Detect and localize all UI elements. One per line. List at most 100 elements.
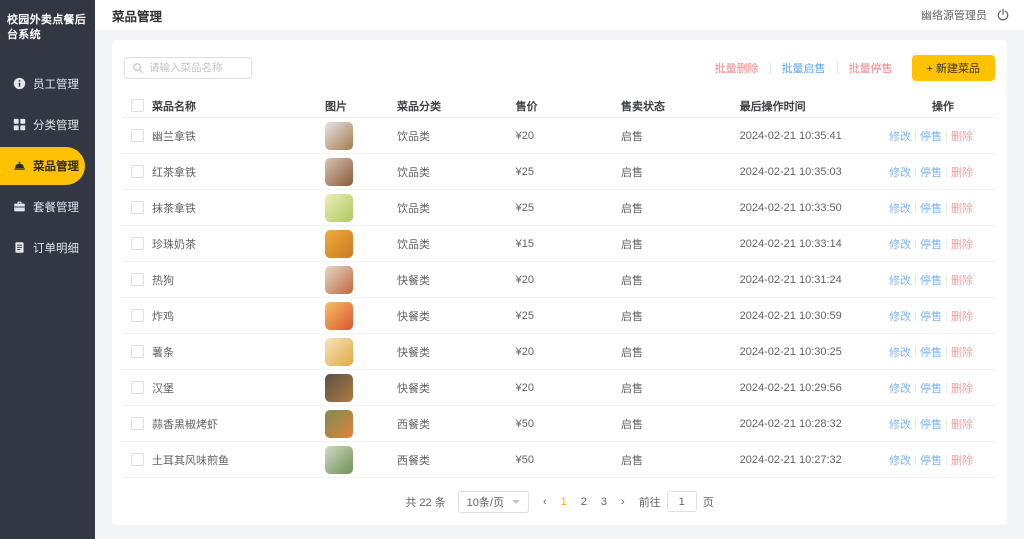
delete-link[interactable]: 删除 bbox=[951, 200, 973, 216]
table-row: 幽兰拿铁 饮品类 ¥20 启售 2024-02-21 10:35:41 修改 停… bbox=[122, 118, 997, 154]
dish-price: ¥20 bbox=[516, 382, 621, 394]
dish-time: 2024-02-21 10:30:25 bbox=[740, 346, 889, 358]
prev-page-button[interactable]: ‹ bbox=[541, 496, 549, 508]
row-checkbox[interactable] bbox=[131, 237, 144, 250]
divider bbox=[946, 347, 947, 357]
table-body: 幽兰拿铁 饮品类 ¥20 启售 2024-02-21 10:35:41 修改 停… bbox=[122, 118, 997, 478]
edit-link[interactable]: 修改 bbox=[889, 416, 911, 432]
delete-link[interactable]: 删除 bbox=[951, 236, 973, 252]
batch-disable-button[interactable]: 批量停售 bbox=[849, 60, 893, 76]
row-checkbox[interactable] bbox=[131, 201, 144, 214]
delete-link[interactable]: 删除 bbox=[951, 452, 973, 468]
sidebar-item-combos[interactable]: 套餐管理 bbox=[0, 188, 95, 226]
edit-link[interactable]: 修改 bbox=[889, 236, 911, 252]
select-all-checkbox[interactable] bbox=[131, 99, 144, 112]
divider bbox=[915, 311, 916, 321]
search-input[interactable] bbox=[149, 62, 244, 74]
batch-enable-button[interactable]: 批量启售 bbox=[782, 60, 826, 76]
user-name: 幽络源管理员 bbox=[921, 7, 987, 23]
content-area: 批量删除 批量启售 批量停售 + 新建菜品 菜品名称 图片 菜品分类 bbox=[95, 30, 1024, 539]
next-page-button[interactable]: › bbox=[619, 496, 627, 508]
stop-link[interactable]: 停售 bbox=[920, 344, 942, 360]
sidebar-nav: 员工管理 分类管理 菜品管理 套餐管理 bbox=[0, 62, 95, 270]
sidebar-item-dishes[interactable]: 菜品管理 bbox=[0, 147, 85, 185]
row-checkbox[interactable] bbox=[131, 453, 144, 466]
row-checkbox[interactable] bbox=[131, 417, 144, 430]
page-number-1[interactable]: 1 bbox=[561, 496, 567, 508]
edit-link[interactable]: 修改 bbox=[889, 164, 911, 180]
column-header-name: 菜品名称 bbox=[152, 98, 325, 114]
total-count: 共 22 条 bbox=[405, 494, 445, 510]
dish-category: 饮品类 bbox=[397, 164, 516, 180]
page-size-select[interactable]: 10条/页 bbox=[458, 491, 529, 513]
edit-link[interactable]: 修改 bbox=[889, 200, 911, 216]
stop-link[interactable]: 停售 bbox=[920, 164, 942, 180]
divider bbox=[770, 62, 771, 74]
user-area: 幽络源管理员 bbox=[921, 7, 1010, 23]
goto-page-input[interactable] bbox=[667, 491, 697, 512]
dish-name: 抹茶拿铁 bbox=[152, 200, 325, 216]
logout-power-icon[interactable] bbox=[996, 8, 1010, 22]
divider bbox=[946, 419, 947, 429]
page-number-3[interactable]: 3 bbox=[601, 496, 607, 508]
dish-price: ¥15 bbox=[516, 238, 621, 250]
divider bbox=[915, 347, 916, 357]
divider bbox=[915, 131, 916, 141]
delete-link[interactable]: 删除 bbox=[951, 380, 973, 396]
stop-link[interactable]: 停售 bbox=[920, 200, 942, 216]
stop-link[interactable]: 停售 bbox=[920, 308, 942, 324]
batch-delete-button[interactable]: 批量删除 bbox=[715, 60, 759, 76]
dish-price: ¥25 bbox=[516, 310, 621, 322]
new-dish-button[interactable]: + 新建菜品 bbox=[912, 55, 995, 81]
divider bbox=[946, 311, 947, 321]
dish-price: ¥25 bbox=[516, 202, 621, 214]
stop-link[interactable]: 停售 bbox=[920, 272, 942, 288]
row-checkbox[interactable] bbox=[131, 165, 144, 178]
sidebar-item-orders[interactable]: 订单明细 bbox=[0, 229, 95, 267]
row-checkbox[interactable] bbox=[131, 309, 144, 322]
delete-link[interactable]: 删除 bbox=[951, 416, 973, 432]
row-checkbox[interactable] bbox=[131, 381, 144, 394]
stop-link[interactable]: 停售 bbox=[920, 416, 942, 432]
sidebar-item-category[interactable]: 分类管理 bbox=[0, 106, 95, 144]
dish-name: 汉堡 bbox=[152, 380, 325, 396]
dish-category: 饮品类 bbox=[397, 200, 516, 216]
table-row: 热狗 快餐类 ¥20 启售 2024-02-21 10:31:24 修改 停售 … bbox=[122, 262, 997, 298]
dish-name: 土耳其风味煎鱼 bbox=[152, 452, 325, 468]
stop-link[interactable]: 停售 bbox=[920, 128, 942, 144]
edit-link[interactable]: 修改 bbox=[889, 344, 911, 360]
dish-status: 启售 bbox=[621, 272, 740, 288]
stop-link[interactable]: 停售 bbox=[920, 236, 942, 252]
dish-time: 2024-02-21 10:31:24 bbox=[740, 274, 889, 286]
divider bbox=[946, 239, 947, 249]
dish-thumb bbox=[325, 374, 353, 402]
edit-link[interactable]: 修改 bbox=[889, 272, 911, 288]
edit-link[interactable]: 修改 bbox=[889, 128, 911, 144]
sidebar: 校园外卖点餐后台系统 员工管理 分类管理 菜品管理 bbox=[0, 0, 95, 539]
sidebar-item-employee[interactable]: 员工管理 bbox=[0, 65, 95, 103]
stop-link[interactable]: 停售 bbox=[920, 380, 942, 396]
delete-link[interactable]: 删除 bbox=[951, 128, 973, 144]
stop-link[interactable]: 停售 bbox=[920, 452, 942, 468]
toolbar-actions: 批量删除 批量启售 批量停售 + 新建菜品 bbox=[715, 55, 995, 81]
edit-link[interactable]: 修改 bbox=[889, 380, 911, 396]
dish-category: 快餐类 bbox=[397, 272, 516, 288]
delete-link[interactable]: 删除 bbox=[951, 272, 973, 288]
delete-link[interactable]: 删除 bbox=[951, 344, 973, 360]
dish-category: 饮品类 bbox=[397, 236, 516, 252]
edit-link[interactable]: 修改 bbox=[889, 308, 911, 324]
delete-link[interactable]: 删除 bbox=[951, 164, 973, 180]
edit-link[interactable]: 修改 bbox=[889, 452, 911, 468]
row-checkbox[interactable] bbox=[131, 129, 144, 142]
dish-name: 红茶拿铁 bbox=[152, 164, 325, 180]
row-checkbox[interactable] bbox=[131, 273, 144, 286]
dish-status: 启售 bbox=[621, 380, 740, 396]
app-logo: 校园外卖点餐后台系统 bbox=[0, 0, 95, 62]
dish-thumb bbox=[325, 410, 353, 438]
dish-time: 2024-02-21 10:35:41 bbox=[740, 130, 889, 142]
dish-status: 启售 bbox=[621, 128, 740, 144]
delete-link[interactable]: 删除 bbox=[951, 308, 973, 324]
row-checkbox[interactable] bbox=[131, 345, 144, 358]
divider bbox=[946, 455, 947, 465]
page-number-2[interactable]: 2 bbox=[581, 496, 587, 508]
